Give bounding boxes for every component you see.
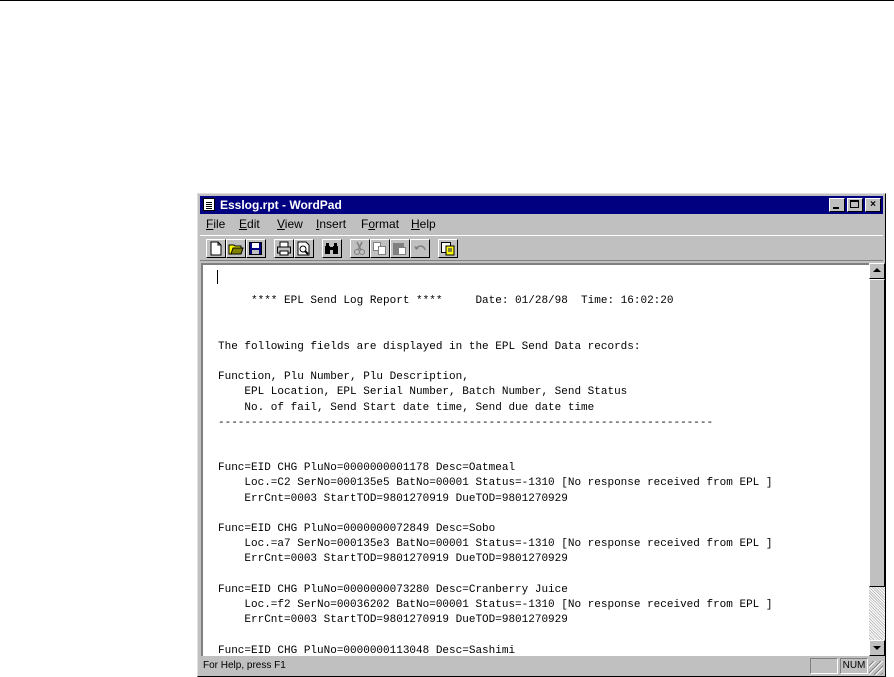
scroll-up-button[interactable] <box>869 263 885 279</box>
undo-icon <box>414 245 426 251</box>
menu-file[interactable]: File <box>206 217 225 231</box>
status-pane-num: NUM <box>840 658 868 674</box>
menu-view[interactable]: View <box>277 217 303 231</box>
print-icon <box>277 241 291 256</box>
find-button[interactable] <box>322 239 342 258</box>
insert-datetime-button[interactable] <box>438 239 458 258</box>
document-line: Func=EID CHG PluNo=0000000001178 Desc=Oa… <box>218 462 516 475</box>
scroll-down-button[interactable] <box>869 640 885 656</box>
print-preview-button[interactable] <box>294 239 314 258</box>
document-line: Func=EID CHG PluNo=0000000072849 Desc=So… <box>218 523 496 535</box>
document-line: Func=EID CHG PluNo=0000000073280 Desc=Cr… <box>218 583 568 596</box>
close-button[interactable]: × <box>865 198 881 212</box>
document-line: ErrCnt=0003 StartTOD=9801270919 DueTOD=9… <box>218 553 568 566</box>
resize-grip-icon[interactable] <box>869 661 883 675</box>
copy-icon <box>373 242 386 255</box>
minimize-button[interactable] <box>829 198 845 212</box>
menu-edit[interactable]: Edit <box>239 217 260 231</box>
document-line: Loc.=f2 SerNo=00036202 BatNo=00001 Statu… <box>218 598 773 611</box>
status-bar: For Help, press F1 NUM <box>200 657 883 675</box>
document-line: ----------------------------------------… <box>218 416 714 429</box>
find-icon <box>325 243 338 254</box>
status-help-text: For Help, press F1 <box>203 660 286 671</box>
save-icon <box>249 242 262 255</box>
arrow-up-icon <box>873 268 881 272</box>
new-icon <box>210 241 222 256</box>
menu-insert[interactable]: Insert <box>316 217 346 231</box>
document-line: ErrCnt=0003 StartTOD=9801270919 DueTOD=9… <box>218 614 568 627</box>
maximize-button[interactable] <box>847 198 863 212</box>
document-text: **** EPL Send Log Report **** Date: 01/2… <box>218 279 773 656</box>
document-line: Loc.=C2 SerNo=000135e5 BatNo=00001 Statu… <box>218 477 773 490</box>
open-icon <box>228 244 244 255</box>
status-pane-blank <box>810 658 838 674</box>
document-line: Loc.=a7 SerNo=000135e3 BatNo=00001 Statu… <box>218 538 773 551</box>
page-top-rule <box>0 0 894 1</box>
document-line: **** EPL Send Log Report **** Date: 01/2… <box>218 295 674 308</box>
open-button[interactable] <box>226 239 246 258</box>
toolbar <box>200 235 883 261</box>
paste-icon <box>393 243 406 255</box>
save-button[interactable] <box>246 239 266 258</box>
document-line: Func=EID CHG PluNo=0000000113048 Desc=Sa… <box>218 644 516 657</box>
cut-button[interactable] <box>350 239 370 258</box>
document-line: EPL Location, EPL Serial Number, Batch N… <box>218 386 628 399</box>
print-button[interactable] <box>274 239 294 258</box>
document-area[interactable]: **** EPL Send Log Report **** Date: 01/2… <box>201 263 869 656</box>
close-icon: × <box>870 199 876 210</box>
document-line: The following fields are displayed in th… <box>218 340 641 353</box>
title-bar[interactable]: Esslog.rpt - WordPad × <box>200 196 883 214</box>
arrow-down-icon <box>873 646 881 650</box>
cut-icon <box>354 241 365 255</box>
scroll-thumb[interactable] <box>869 279 885 587</box>
copy-button[interactable] <box>370 239 390 258</box>
window-title: Esslog.rpt - WordPad <box>220 198 342 212</box>
menu-format[interactable]: Format <box>361 217 399 231</box>
menu-bar: File Edit View Insert Format Help <box>200 215 883 233</box>
new-button[interactable] <box>206 239 226 258</box>
wordpad-window: Esslog.rpt - WordPad × File Edit View In… <box>197 193 886 677</box>
undo-button[interactable] <box>410 239 430 258</box>
document-line: No. of fail, Send Start date time, Send … <box>218 401 595 414</box>
maximize-icon <box>850 200 859 208</box>
datetime-icon <box>441 242 455 256</box>
print-preview-icon <box>297 241 310 256</box>
menu-help[interactable]: Help <box>411 217 436 231</box>
minimize-icon <box>833 207 839 209</box>
wordpad-app-icon[interactable] <box>203 198 215 211</box>
paste-button[interactable] <box>390 239 410 258</box>
document-line: ErrCnt=0003 StartTOD=9801270919 DueTOD=9… <box>218 492 568 505</box>
document-line: Function, Plu Number, Plu Description, <box>218 371 469 384</box>
vertical-scrollbar[interactable] <box>869 263 885 656</box>
